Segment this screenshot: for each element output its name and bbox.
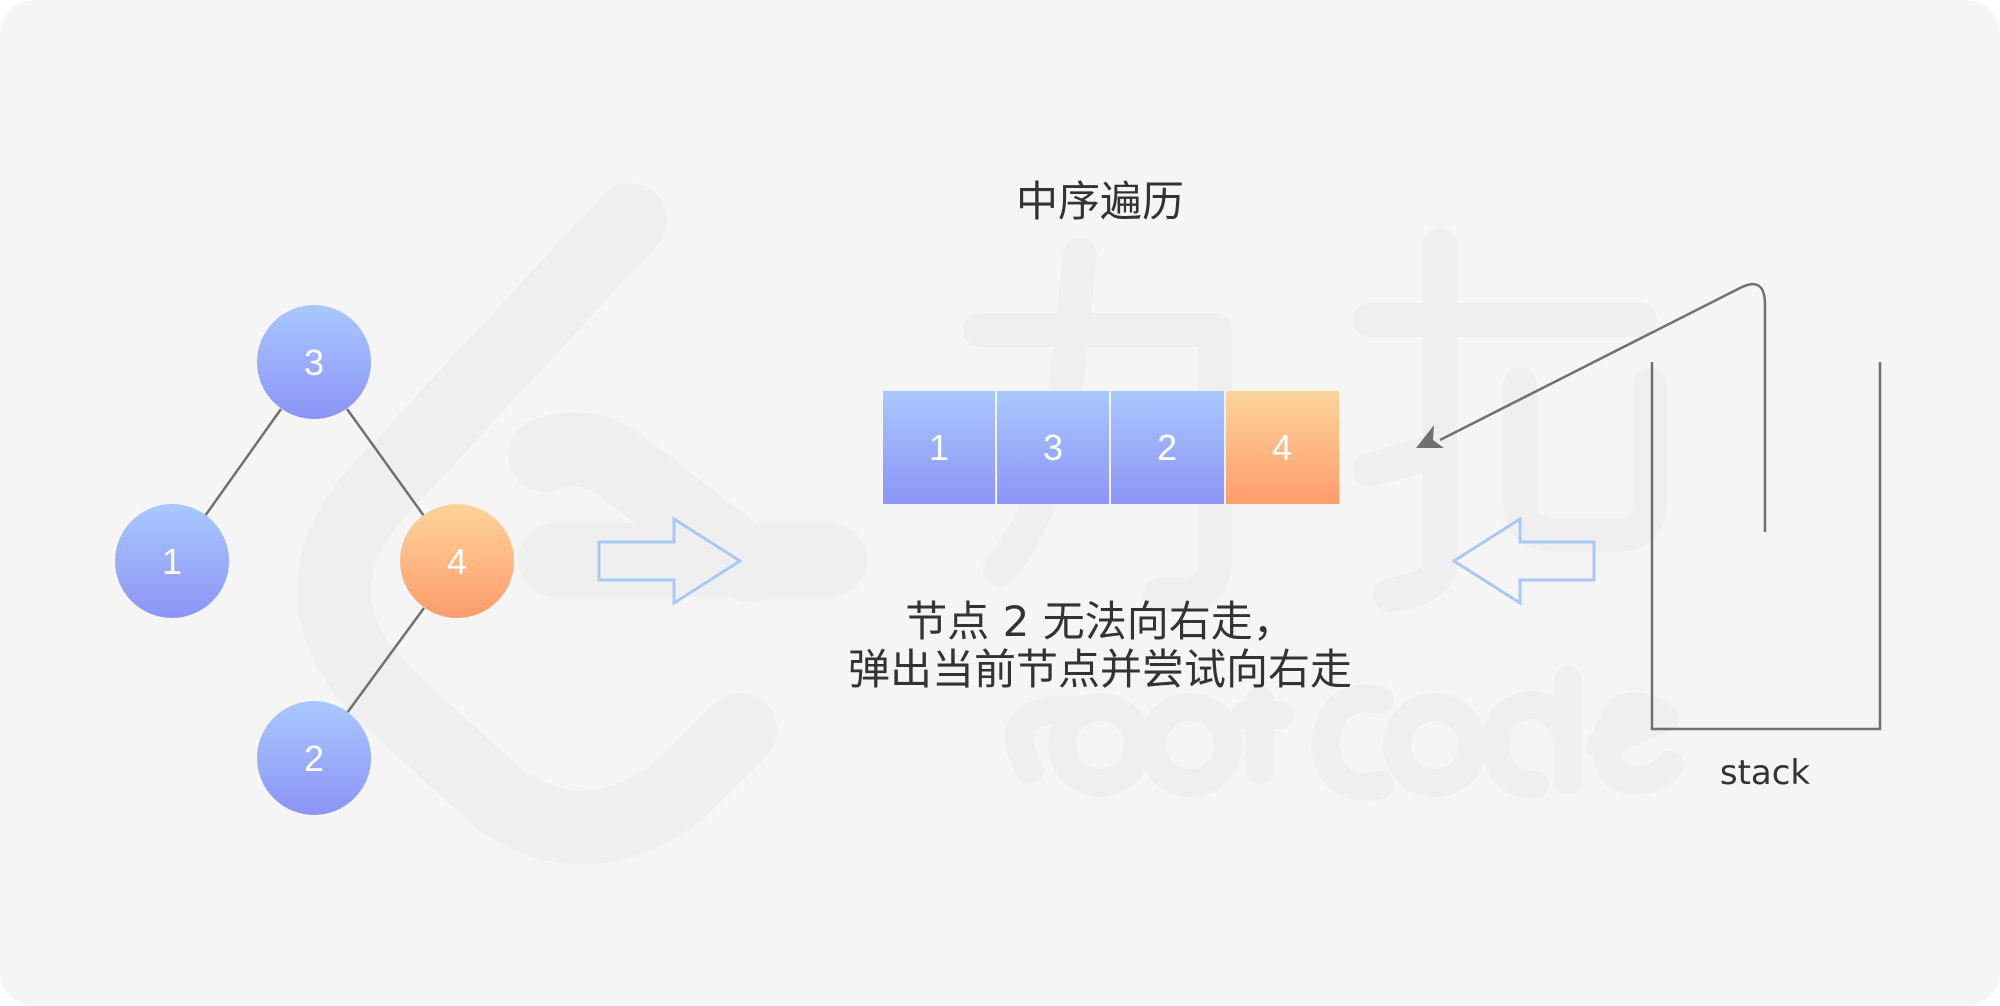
diagram-canvas: 3 1 4 2 1 3 2 4 中序遍历 节点 2 无法向右走， 弹出当前节点并… xyxy=(0,0,2000,1006)
diagram-graphics: 3 1 4 2 1 3 2 4 xyxy=(115,183,1882,865)
sequence-cell-label: 3 xyxy=(1043,427,1063,468)
sequence-cell: 1 xyxy=(883,391,995,504)
step-caption-line: 节点 2 无法向右走， xyxy=(905,597,1295,646)
sequence-cell: 2 xyxy=(1111,391,1224,504)
sequence-cell-label: 1 xyxy=(929,427,949,468)
stack-label: stack xyxy=(1719,753,1811,793)
sequence-cell: 3 xyxy=(997,391,1109,504)
tree-node-4: 4 xyxy=(400,504,514,618)
sequence-cell-label: 4 xyxy=(1272,427,1292,468)
step-caption: 节点 2 无法向右走， 弹出当前节点并尝试向右走 xyxy=(820,598,1380,694)
step-caption-line: 弹出当前节点并尝试向右走 xyxy=(847,645,1352,694)
edge-3-1 xyxy=(203,408,283,517)
tree-node-label: 2 xyxy=(304,738,324,779)
tree-node-1: 1 xyxy=(115,504,229,618)
watermark xyxy=(296,183,1684,865)
tree-node-label: 1 xyxy=(162,541,182,582)
diagram-title: 中序遍历 xyxy=(1015,177,1184,226)
tree-node-2: 2 xyxy=(257,701,371,815)
sequence-cell: 4 xyxy=(1226,391,1339,504)
tree-node-label: 4 xyxy=(447,541,467,582)
tree-node-label: 3 xyxy=(304,342,324,383)
sequence-cell-label: 2 xyxy=(1157,427,1177,468)
tree-node-3: 3 xyxy=(257,305,371,419)
